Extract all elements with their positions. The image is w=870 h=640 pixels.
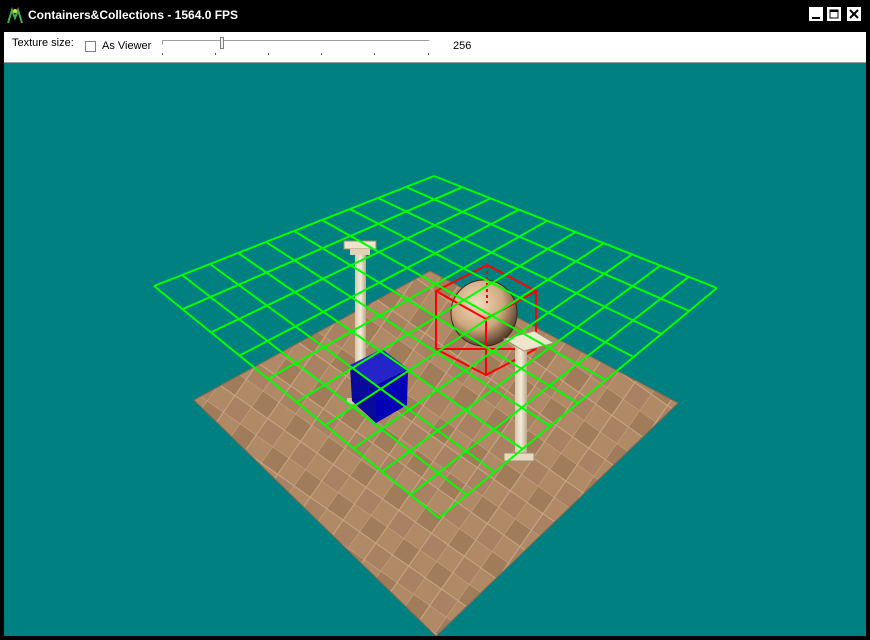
slider-tick (215, 53, 216, 55)
render-viewport[interactable] (4, 63, 866, 636)
slider-tick (428, 53, 429, 55)
slider-tick (162, 53, 163, 55)
slider-tick (374, 53, 375, 55)
app-icon (7, 7, 23, 24)
toolbar: Texture size: As Viewer 256 (4, 32, 866, 63)
close-icon (849, 9, 859, 19)
window-title: Containers&Collections - 1564.0 FPS (28, 8, 239, 22)
app-window: Containers&Collections - 1564.0 FPS Text… (0, 0, 870, 640)
texture-size-slider[interactable] (162, 37, 432, 59)
title-bar[interactable]: Containers&Collections - 1564.0 FPS (0, 0, 870, 32)
window-border (0, 636, 870, 640)
as-viewer-checkbox[interactable] (85, 41, 96, 52)
slider-thumb[interactable] (220, 37, 224, 49)
texture-size-value: 256 (453, 40, 472, 52)
minimize-icon (812, 17, 820, 19)
as-viewer-label[interactable]: As Viewer (102, 40, 151, 52)
slider-track (162, 40, 430, 45)
texture-size-label: Texture size: (12, 37, 74, 49)
slider-tick (321, 53, 322, 55)
maximize-icon (829, 9, 839, 19)
maximize-button[interactable] (826, 6, 842, 22)
minimize-button[interactable] (808, 6, 824, 22)
close-button[interactable] (846, 6, 862, 22)
scene-svg (153, 175, 718, 636)
slider-tick (268, 53, 269, 55)
